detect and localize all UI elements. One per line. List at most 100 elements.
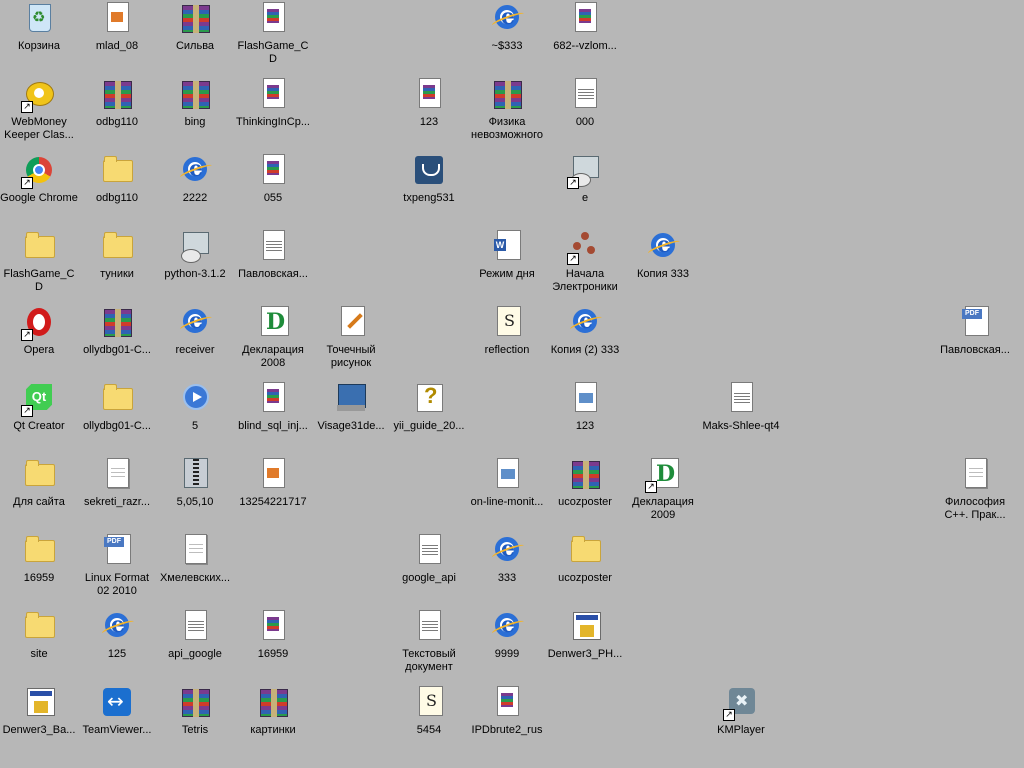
desktop-icon[interactable]: Хмелевских...: [156, 532, 234, 585]
desktop-icon[interactable]: туники: [78, 228, 156, 281]
desktop-icon-label: Qt Creator: [13, 420, 65, 432]
winrar-document-icon: [413, 78, 445, 110]
desktop-icon[interactable]: google_api: [390, 532, 468, 585]
desktop-icon[interactable]: odbg110: [78, 152, 156, 205]
desktop-icon[interactable]: 16959: [234, 608, 312, 661]
desktop-icon[interactable]: Декларация 2008: [234, 304, 312, 370]
desktop-icon[interactable]: 2222: [156, 152, 234, 205]
text-document-icon: [257, 230, 289, 262]
desktop-icon[interactable]: Tetris: [156, 684, 234, 737]
desktop[interactable]: Корзина mlad_08 Сильва FlashGame_CD ~$333 682…: [0, 0, 1024, 768]
desktop-icon[interactable]: python-3.1.2: [156, 228, 234, 281]
media-player-icon: [179, 382, 211, 414]
desktop-icon[interactable]: api_google: [156, 608, 234, 661]
desktop-icon-label: 682--vzlom...: [553, 40, 617, 52]
desktop-icon[interactable]: Копия 333: [624, 228, 702, 281]
desktop-icon[interactable]: blind_sql_inj...: [234, 380, 312, 433]
desktop-icon[interactable]: odbg110: [78, 76, 156, 129]
desktop-icon[interactable]: 000: [546, 76, 624, 129]
desktop-icon-label: sekreti_razr...: [83, 496, 151, 508]
desktop-icon[interactable]: ucozposter: [546, 532, 624, 585]
desktop-icon[interactable]: Точечный рисунок: [312, 304, 390, 370]
desktop-icon[interactable]: receiver: [156, 304, 234, 357]
qt-creator-icon: Qt: [21, 382, 55, 417]
desktop-icon[interactable]: KMPlayer: [702, 684, 780, 737]
desktop-icon[interactable]: on-line-monit...: [468, 456, 546, 509]
desktop-icon[interactable]: 5: [156, 380, 234, 433]
desktop-icon[interactable]: sekreti_razr...: [78, 456, 156, 509]
desktop-icon[interactable]: картинки: [234, 684, 312, 737]
desktop-icon[interactable]: 682--vzlom...: [546, 0, 624, 53]
desktop-icon[interactable]: ThinkingInCp...: [234, 76, 312, 129]
desktop-icon-label: txpeng531: [403, 192, 455, 204]
desktop-icon[interactable]: TeamViewer...: [78, 684, 156, 737]
desktop-icon[interactable]: 13254221717: [234, 456, 312, 509]
desktop-icon[interactable]: Google Chrome: [0, 152, 78, 205]
desktop-icon[interactable]: 123: [390, 76, 468, 129]
desktop-icon[interactable]: IPDbrute2_rus: [468, 684, 546, 737]
desktop-icon[interactable]: Философия C++. Прак...: [936, 456, 1014, 522]
folder-icon: [101, 382, 133, 414]
desktop-icon-label: yii_guide_20...: [393, 420, 465, 432]
desktop-icon[interactable]: 123: [546, 380, 624, 433]
opera-icon: [21, 306, 55, 341]
desktop-icon[interactable]: Начала Электроники: [546, 228, 624, 294]
desktop-icon[interactable]: reflection: [468, 304, 546, 357]
desktop-icon[interactable]: bing: [156, 76, 234, 129]
desktop-icon[interactable]: Текстовый документ: [390, 608, 468, 674]
desktop-icon-label: Точечный рисунок: [326, 344, 376, 369]
desktop-icon[interactable]: txpeng531: [390, 152, 468, 205]
desktop-icon[interactable]: Павловская...: [234, 228, 312, 281]
desktop-icon[interactable]: Павловская...: [936, 304, 1014, 357]
desktop-icon[interactable]: FlashGame_CD: [0, 228, 78, 294]
desktop-icon[interactable]: 333: [468, 532, 546, 585]
desktop-icon[interactable]: 16959: [0, 532, 78, 585]
text-document-icon: [725, 382, 757, 414]
djvu-document-icon: [101, 458, 133, 490]
desktop-icon[interactable]: site: [0, 608, 78, 661]
desktop-icon[interactable]: 125: [78, 608, 156, 661]
desktop-icon-label: odbg110: [95, 192, 138, 204]
desktop-icon[interactable]: ucozposter: [546, 456, 624, 509]
desktop-icon-label: Декларация 2008: [242, 344, 304, 369]
folder-icon: [23, 230, 55, 262]
desktop-icon[interactable]: ~$333: [468, 0, 546, 53]
winrar-document-icon: [257, 382, 289, 414]
desktop-icon[interactable]: Maks-Shlee-qt4: [702, 380, 780, 433]
desktop-icon[interactable]: mlad_08: [78, 0, 156, 53]
desktop-icon[interactable]: Копия (2) 333: [546, 304, 624, 357]
desktop-icon[interactable]: Сильва: [156, 0, 234, 53]
desktop-icon-label: Копия (2) 333: [550, 344, 620, 356]
desktop-icon[interactable]: Opera: [0, 304, 78, 357]
desktop-icon-label: mlad_08: [95, 40, 139, 52]
desktop-icon[interactable]: Qt Qt Creator: [0, 380, 78, 433]
desktop-icon[interactable]: e: [546, 152, 624, 205]
desktop-icon[interactable]: 5,05,10: [156, 456, 234, 509]
desktop-icon[interactable]: yii_guide_20...: [390, 380, 468, 433]
desktop-icon-label: ollydbg01-C...: [83, 344, 151, 356]
desktop-icon[interactable]: ollydbg01-C...: [78, 304, 156, 357]
declaration-icon: [645, 458, 679, 493]
text-document-icon: [413, 534, 445, 566]
desktop-icon[interactable]: Корзина: [0, 0, 78, 53]
help-file-icon: [413, 382, 445, 414]
desktop-icon[interactable]: ollydbg01-C...: [78, 380, 156, 433]
desktop-icon[interactable]: Denwer3_PH...: [546, 608, 624, 661]
desktop-icon[interactable]: 055: [234, 152, 312, 205]
desktop-icon[interactable]: WebMoney Keeper Clas...: [0, 76, 78, 142]
desktop-icon[interactable]: Физика невозможного: [468, 76, 546, 142]
desktop-icon[interactable]: Для сайта: [0, 456, 78, 509]
declaration-icon: [257, 306, 289, 338]
desktop-icon[interactable]: Linux Format 02 2010: [78, 532, 156, 598]
desktop-icon[interactable]: 5454: [390, 684, 468, 737]
desktop-icon[interactable]: Режим дня: [468, 228, 546, 281]
molecule-app-icon: [567, 230, 601, 265]
desktop-icon[interactable]: Visage31de...: [312, 380, 390, 433]
desktop-icon[interactable]: Декларация 2009: [624, 456, 702, 522]
desktop-icon[interactable]: 9999: [468, 608, 546, 661]
python-setup-icon: [179, 230, 211, 263]
desktop-icon[interactable]: FlashGame_CD: [234, 0, 312, 66]
ie-document-icon: [491, 610, 523, 642]
winrar-document-icon: [257, 610, 289, 642]
desktop-icon[interactable]: Denwer3_Ba...: [0, 684, 78, 737]
